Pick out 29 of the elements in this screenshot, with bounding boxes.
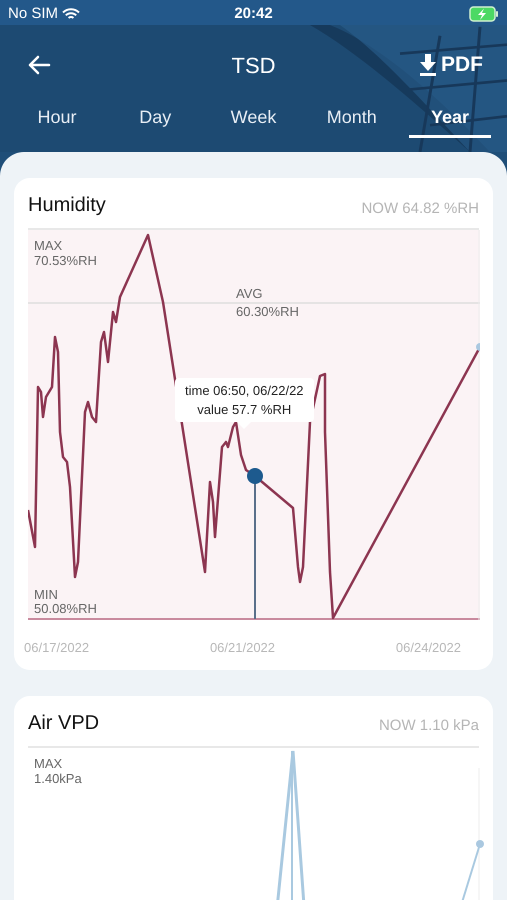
x-axis-label: 06/21/2022 <box>210 639 276 657</box>
download-icon <box>419 54 437 76</box>
min-label: MIN <box>34 588 59 602</box>
current-value-text: NOW 64.82 %RH <box>361 198 479 218</box>
pdf-download-button[interactable]: PDF <box>419 49 483 81</box>
period-tab[interactable]: Year <box>409 102 491 138</box>
period-tab[interactable]: Day <box>114 102 196 138</box>
clock-text: 20:42 <box>234 4 273 24</box>
period-tab[interactable]: Month <box>310 102 393 138</box>
current-value-text: NOW 1.10 kPa <box>378 716 479 736</box>
x-axis-label: 06/17/2022 <box>24 639 90 657</box>
card-title: Air VPD <box>28 710 100 736</box>
tooltip-text: value 57.7 %RH <box>197 401 292 419</box>
tooltip-text: time 06:50, 06/22/22 <box>185 382 304 400</box>
avg-value: 60.30%RH <box>236 304 299 319</box>
card-title: Humidity <box>28 193 106 218</box>
max-value: 70.53%RH <box>34 253 97 268</box>
carrier-text: No SIM <box>8 4 58 24</box>
period-tab[interactable]: Hour <box>16 102 98 138</box>
x-axis-label: 06/24/2022 <box>396 639 461 657</box>
max-value: 1.40kPa <box>34 770 82 786</box>
max-label: MAX <box>34 238 64 253</box>
min-value: 50.08%RH <box>34 602 97 616</box>
period-tab[interactable]: Week <box>212 102 294 138</box>
wifi-icon <box>62 8 80 20</box>
back-arrow-icon <box>27 55 51 75</box>
avg-label: AVG <box>236 286 264 301</box>
page-title: TSD <box>232 52 276 80</box>
max-label: MAX <box>34 756 64 770</box>
